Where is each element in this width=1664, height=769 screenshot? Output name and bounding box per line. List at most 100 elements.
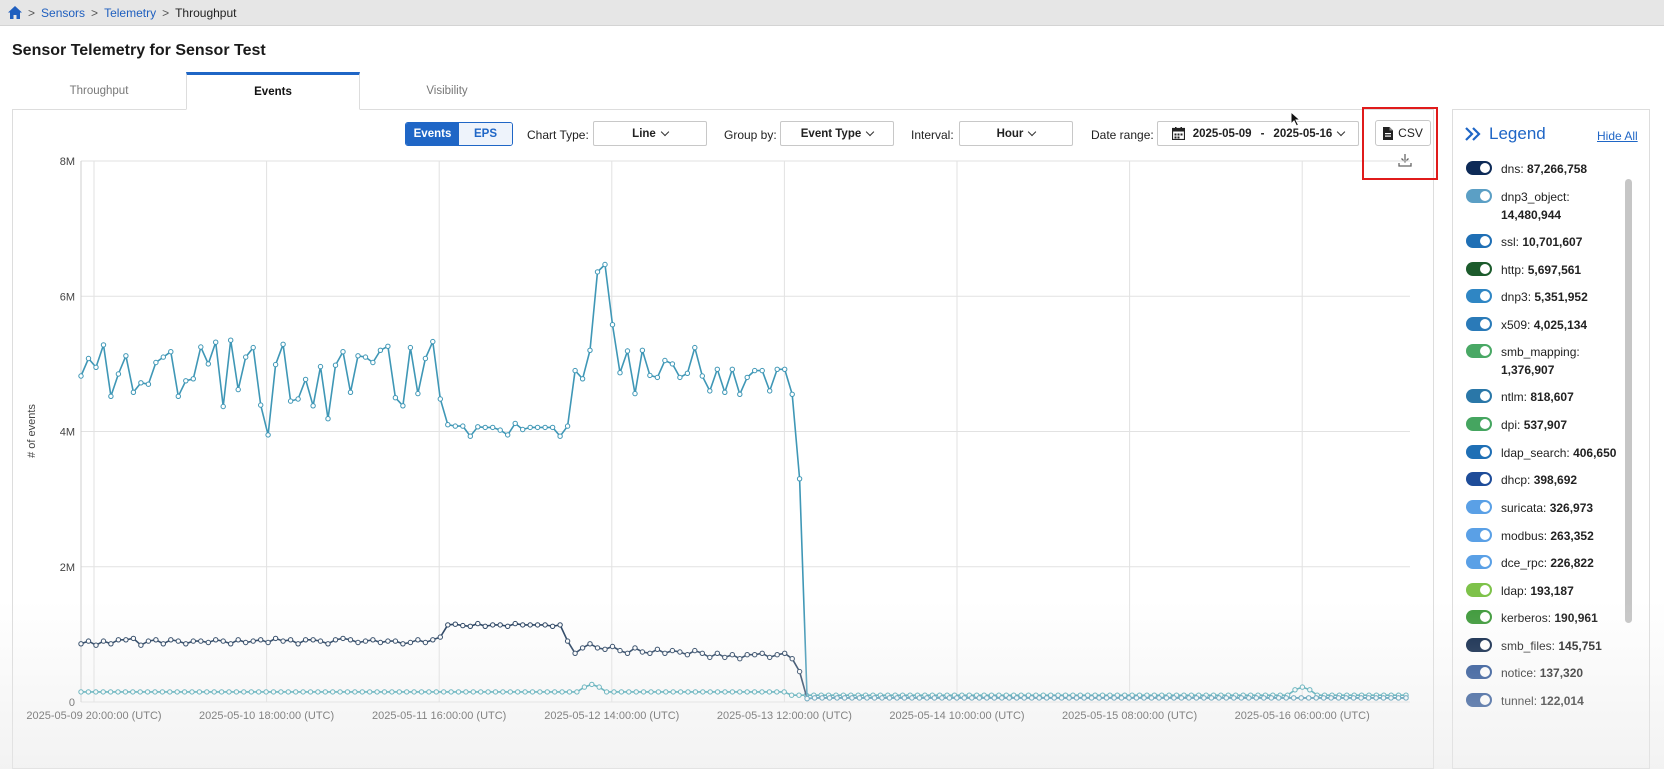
- legend-toggle-switch[interactable]: [1466, 583, 1492, 597]
- tab-visibility[interactable]: Visibility: [360, 72, 534, 110]
- legend-toggle-switch[interactable]: [1466, 317, 1492, 331]
- legend-toggle-switch[interactable]: [1466, 665, 1492, 679]
- data-point: [213, 637, 219, 643]
- legend-item-count: 398,692: [1533, 473, 1578, 487]
- legend-toggle-switch[interactable]: [1466, 234, 1492, 248]
- legend-toggle-switch[interactable]: [1466, 693, 1492, 707]
- legend-toggle-switch[interactable]: [1466, 610, 1492, 624]
- data-point: [422, 639, 429, 646]
- legend-item[interactable]: http: 5,697,561: [1466, 261, 1581, 279]
- events-toggle-button[interactable]: Events: [406, 123, 459, 145]
- data-point: [355, 353, 361, 359]
- legend-item[interactable]: kerberos: 190,961: [1466, 609, 1598, 627]
- chart-type-dropdown[interactable]: Line: [593, 121, 707, 146]
- legend-item-name: dhcp:: [1501, 473, 1531, 487]
- legend-item[interactable]: modbus: 263,352: [1466, 527, 1594, 545]
- double-chevron-right-icon[interactable]: [1465, 127, 1483, 141]
- data-point: [220, 638, 226, 644]
- legend-item-name: dpi:: [1501, 418, 1521, 432]
- legend-toggle-switch[interactable]: [1466, 289, 1492, 303]
- data-point: [1246, 695, 1252, 701]
- data-point: [654, 646, 661, 652]
- data-point: [492, 689, 499, 695]
- data-point: [640, 689, 647, 695]
- legend-toggle-switch[interactable]: [1466, 417, 1492, 431]
- legend-toggle-switch[interactable]: [1466, 262, 1492, 276]
- date-range-picker[interactable]: 2025-05-09 - 2025-05-16: [1157, 121, 1359, 146]
- data-point: [534, 424, 541, 431]
- legend-toggle-switch[interactable]: [1466, 528, 1492, 542]
- data-point: [448, 689, 454, 695]
- legend-toggle-switch[interactable]: [1466, 445, 1492, 459]
- data-point: [1238, 695, 1245, 701]
- tab-throughput[interactable]: Throughput: [12, 72, 186, 110]
- data-point: [594, 645, 601, 651]
- home-icon[interactable]: [8, 6, 22, 19]
- data-point: [198, 638, 204, 644]
- data-point: [370, 637, 376, 643]
- legend-item[interactable]: dnp3: 5,351,952: [1466, 288, 1588, 306]
- data-point: [198, 344, 204, 350]
- data-point: [1298, 695, 1304, 701]
- interval-dropdown[interactable]: Hour: [959, 121, 1073, 146]
- data-point: [256, 689, 262, 695]
- data-point: [220, 403, 226, 410]
- breadcrumb-sensors-link[interactable]: Sensors: [41, 6, 85, 20]
- legend-item[interactable]: notice: 137,320: [1466, 664, 1583, 682]
- legend-item[interactable]: dnp3_object: 14,480,944: [1466, 188, 1570, 224]
- data-point: [1299, 684, 1306, 690]
- legend-item[interactable]: suricata: 326,973: [1466, 499, 1593, 517]
- data-point: [204, 689, 210, 695]
- eps-toggle-button[interactable]: EPS: [459, 123, 512, 145]
- data-point: [183, 641, 189, 647]
- legend-item[interactable]: dhcp: 398,692: [1466, 471, 1577, 489]
- legend-item-name: smb_mapping:: [1501, 345, 1580, 359]
- legend-toggle-switch[interactable]: [1466, 472, 1492, 486]
- group-by-dropdown[interactable]: Event Type: [780, 121, 894, 146]
- legend-item[interactable]: smb_files: 145,751: [1466, 637, 1602, 655]
- legend-toggle-switch[interactable]: [1466, 161, 1492, 175]
- legend-item[interactable]: ldap_search: 406,650: [1466, 444, 1616, 462]
- data-point: [325, 641, 331, 647]
- data-point: [181, 689, 188, 695]
- breadcrumb-telemetry-link[interactable]: Telemetry: [104, 6, 156, 20]
- legend-item[interactable]: dce_rpc: 226,822: [1466, 554, 1594, 572]
- data-point: [500, 689, 506, 695]
- legend-item[interactable]: ssl: 10,701,607: [1466, 233, 1582, 251]
- data-point: [85, 689, 92, 695]
- legend-toggle-switch[interactable]: [1466, 638, 1492, 652]
- legend-item[interactable]: ntlm: 818,607: [1466, 388, 1574, 406]
- data-point: [1328, 695, 1334, 701]
- hide-all-link[interactable]: Hide All: [1597, 129, 1638, 143]
- legend-item[interactable]: x509: 4,025,134: [1466, 316, 1587, 334]
- data-point: [265, 432, 271, 438]
- x-tick-label: 2025-05-14 10:00:00 (UTC): [889, 710, 1024, 722]
- data-point: [205, 361, 212, 367]
- legend-scrollbar[interactable]: [1625, 179, 1632, 623]
- legend-toggle-switch[interactable]: [1466, 389, 1492, 403]
- data-point: [626, 689, 632, 695]
- data-point: [250, 344, 256, 351]
- data-point: [122, 689, 129, 695]
- legend-item-count: 5,697,561: [1527, 263, 1582, 277]
- data-point: [1403, 695, 1409, 701]
- legend-item[interactable]: dpi: 537,907: [1466, 416, 1567, 434]
- legend-item[interactable]: smb_mapping: 1,376,907: [1466, 343, 1580, 379]
- data-point: [467, 433, 473, 439]
- legend-toggle-switch[interactable]: [1466, 500, 1492, 514]
- legend-toggle-switch[interactable]: [1466, 189, 1492, 203]
- data-point: [669, 647, 676, 654]
- data-point: [534, 622, 541, 628]
- data-point: [145, 638, 152, 644]
- legend-toggle-switch[interactable]: [1466, 555, 1492, 569]
- legend-toggle-switch[interactable]: [1466, 344, 1492, 358]
- data-point: [355, 639, 361, 646]
- legend-item[interactable]: ldap: 193,187: [1466, 582, 1574, 600]
- legend-item[interactable]: tunnel: 122,014: [1466, 692, 1584, 710]
- data-point: [737, 391, 743, 398]
- x-tick-label: 2025-05-16 06:00:00 (UTC): [1235, 710, 1370, 722]
- legend-item[interactable]: dns: 87,266,758: [1466, 160, 1587, 178]
- data-point: [340, 635, 346, 642]
- tab-events[interactable]: Events: [186, 72, 360, 110]
- data-point: [272, 361, 279, 368]
